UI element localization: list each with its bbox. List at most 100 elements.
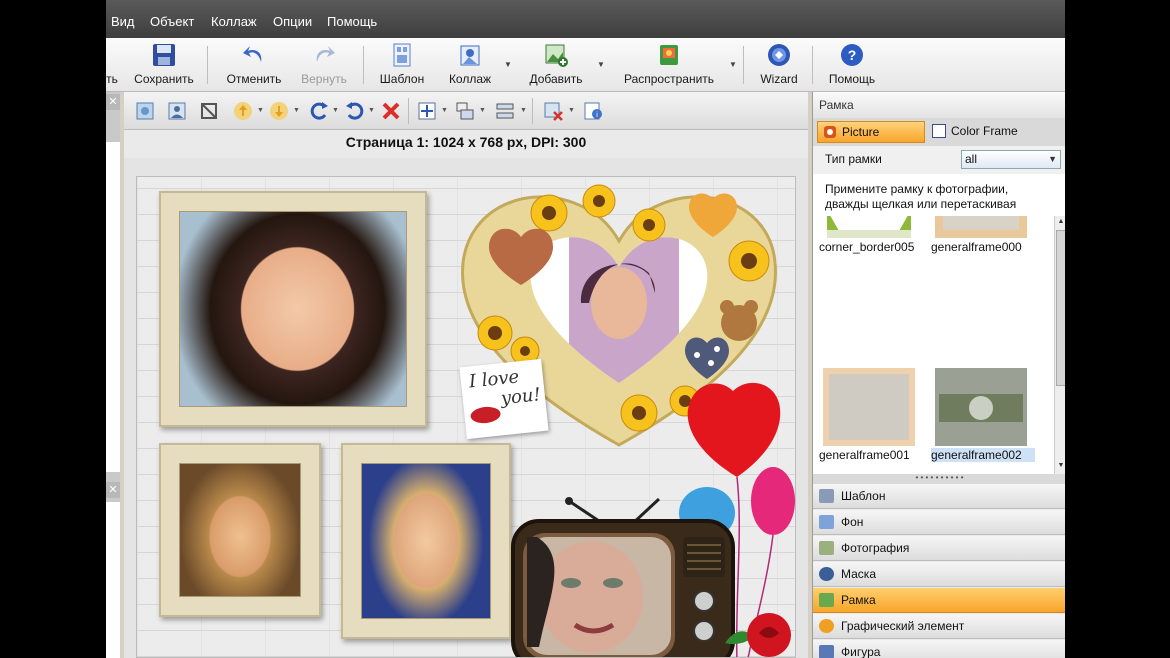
remove-frame-icon[interactable] (542, 100, 564, 122)
add-button[interactable]: Добавить (524, 42, 588, 90)
corner-border-thumb (823, 216, 915, 238)
photo-frame-2[interactable] (159, 443, 321, 617)
crop-icon[interactable] (198, 100, 220, 122)
help-button[interactable]: ? Помощь (822, 42, 882, 90)
redo-button[interactable]: Вернуть (296, 42, 352, 90)
wizard-button[interactable]: Wizard (754, 42, 804, 90)
undo-button[interactable]: Отменить (222, 42, 286, 90)
toolbar-separator (207, 46, 208, 84)
section-mask-label: Маска (841, 567, 876, 581)
menu-view[interactable]: Вид (111, 14, 135, 29)
love-note-sticker[interactable]: I love you! (459, 358, 549, 440)
scroll-up-icon[interactable]: ▲ (1056, 216, 1065, 228)
distribute-objects-dropdown[interactable]: ▼ (520, 107, 527, 114)
left-panel-content (106, 142, 120, 472)
collage-icon (457, 42, 483, 68)
photo-woman-2[interactable] (179, 463, 301, 597)
rotate-right-icon[interactable] (308, 100, 330, 122)
align-dropdown[interactable]: ▼ (441, 107, 448, 114)
distribute-objects-icon[interactable] (494, 100, 516, 122)
toolbar-separator (532, 98, 533, 124)
photo-frame-1[interactable] (159, 191, 427, 427)
distribute-dropdown-arrow[interactable]: ▼ (729, 60, 737, 69)
section-mask[interactable]: Маска (813, 562, 1065, 587)
distribute-button[interactable]: Распространить (619, 42, 719, 90)
delete-icon[interactable] (380, 100, 402, 122)
toolbar-separator (812, 46, 813, 84)
rose-decoration[interactable] (719, 603, 796, 658)
section-clipart-label: Графический элемент (841, 619, 965, 633)
redo-icon (311, 42, 337, 68)
frame-thumb[interactable]: generalframe002 (931, 368, 1035, 462)
bring-forward-dropdown[interactable]: ▼ (257, 107, 264, 114)
banknote-frame-thumb (935, 368, 1027, 446)
photo-woman-1[interactable] (179, 211, 407, 407)
color-frame-checkbox-icon (932, 124, 946, 138)
photo-woman-3[interactable] (361, 463, 491, 619)
hint-line-2: дважды щелкая или перетаскивая (825, 197, 1017, 211)
add-image-icon (543, 42, 569, 68)
rotate-left-icon[interactable] (344, 100, 366, 122)
section-shape[interactable]: Фигура (813, 640, 1065, 658)
frame-tabs: Picture Frame Color Frame (813, 118, 1065, 159)
template-icon (389, 42, 415, 68)
save-icon (151, 42, 177, 68)
clipped-icon (106, 42, 122, 68)
edit-photo-icon[interactable] (166, 100, 188, 122)
menu-collage[interactable]: Коллаж (211, 14, 257, 29)
send-backward-icon[interactable] (268, 100, 290, 122)
bring-forward-icon[interactable] (232, 100, 254, 122)
menu-help[interactable]: Помощь (327, 14, 377, 29)
wizard-icon (766, 42, 792, 68)
tab-color-frame[interactable]: Color Frame (927, 121, 1037, 143)
close-icon[interactable]: ✕ (106, 482, 120, 498)
frame-thumb[interactable]: corner_border005 (819, 216, 915, 254)
frame-thumb[interactable]: generalframe001 (819, 368, 915, 462)
section-template[interactable]: Шаблон (813, 484, 1065, 509)
panel-title: Рамка (813, 92, 1065, 118)
tab-picture-frame[interactable]: Picture Frame (817, 121, 925, 159)
section-photo[interactable]: Фотография (813, 536, 1065, 561)
save-button[interactable]: Сохранить (132, 42, 196, 90)
distribute-icon (656, 42, 682, 68)
section-clipart[interactable]: Графический элемент (813, 614, 1065, 639)
retro-tv-frame[interactable] (509, 497, 737, 658)
send-backward-dropdown[interactable]: ▼ (293, 107, 300, 114)
undo-label: Отменить (226, 72, 282, 86)
add-dropdown-arrow[interactable]: ▼ (597, 60, 605, 69)
scroll-thumb[interactable] (1056, 230, 1065, 386)
collage-page[interactable]: I love you! (136, 176, 796, 658)
panel-splitter[interactable]: • • • • • • • • • • (813, 474, 1065, 484)
distribute-label: Распространить (623, 72, 715, 86)
properties-icon[interactable]: i (582, 100, 604, 122)
section-frame[interactable]: Рамка (813, 588, 1065, 613)
menu-options[interactable]: Опции (273, 14, 312, 29)
scroll-down-icon[interactable]: ▼ (1056, 460, 1065, 472)
rotate-left-dropdown[interactable]: ▼ (368, 107, 375, 114)
clipped-toolbar-button[interactable]: ть (106, 42, 122, 90)
template-button[interactable]: Шаблон (374, 42, 430, 90)
gallery-scrollbar[interactable]: ▲ ▼ (1054, 216, 1065, 474)
left-docked-panel: ✕ ✕ (106, 92, 120, 658)
size-icon[interactable] (454, 100, 476, 122)
frame-thumb[interactable]: generalframe000 (931, 216, 1027, 254)
align-icon[interactable] (416, 100, 438, 122)
template-icon (819, 489, 834, 503)
canvas-area: I love you! (124, 158, 808, 658)
photo-icon (819, 541, 834, 555)
frame-type-select[interactable]: all ▼ (961, 150, 1061, 169)
close-icon[interactable]: ✕ (106, 94, 120, 110)
section-shape-label: Фигура (841, 645, 881, 658)
collage-dropdown-arrow[interactable]: ▼ (504, 60, 512, 69)
remove-frame-dropdown[interactable]: ▼ (568, 107, 575, 114)
frame-type-value: all (965, 152, 978, 166)
collage-button[interactable]: Коллаж (442, 42, 498, 90)
rotate-right-dropdown[interactable]: ▼ (332, 107, 339, 114)
photo-frame-3[interactable] (341, 443, 511, 639)
section-background[interactable]: Фон (813, 510, 1065, 535)
size-dropdown[interactable]: ▼ (479, 107, 486, 114)
menu-object[interactable]: Объект (150, 14, 194, 29)
help-label: Помощь (828, 72, 876, 86)
frame-gallery: corner_border005 generalframe000 general… (813, 216, 1065, 474)
rotate-photo-icon[interactable] (134, 100, 156, 122)
